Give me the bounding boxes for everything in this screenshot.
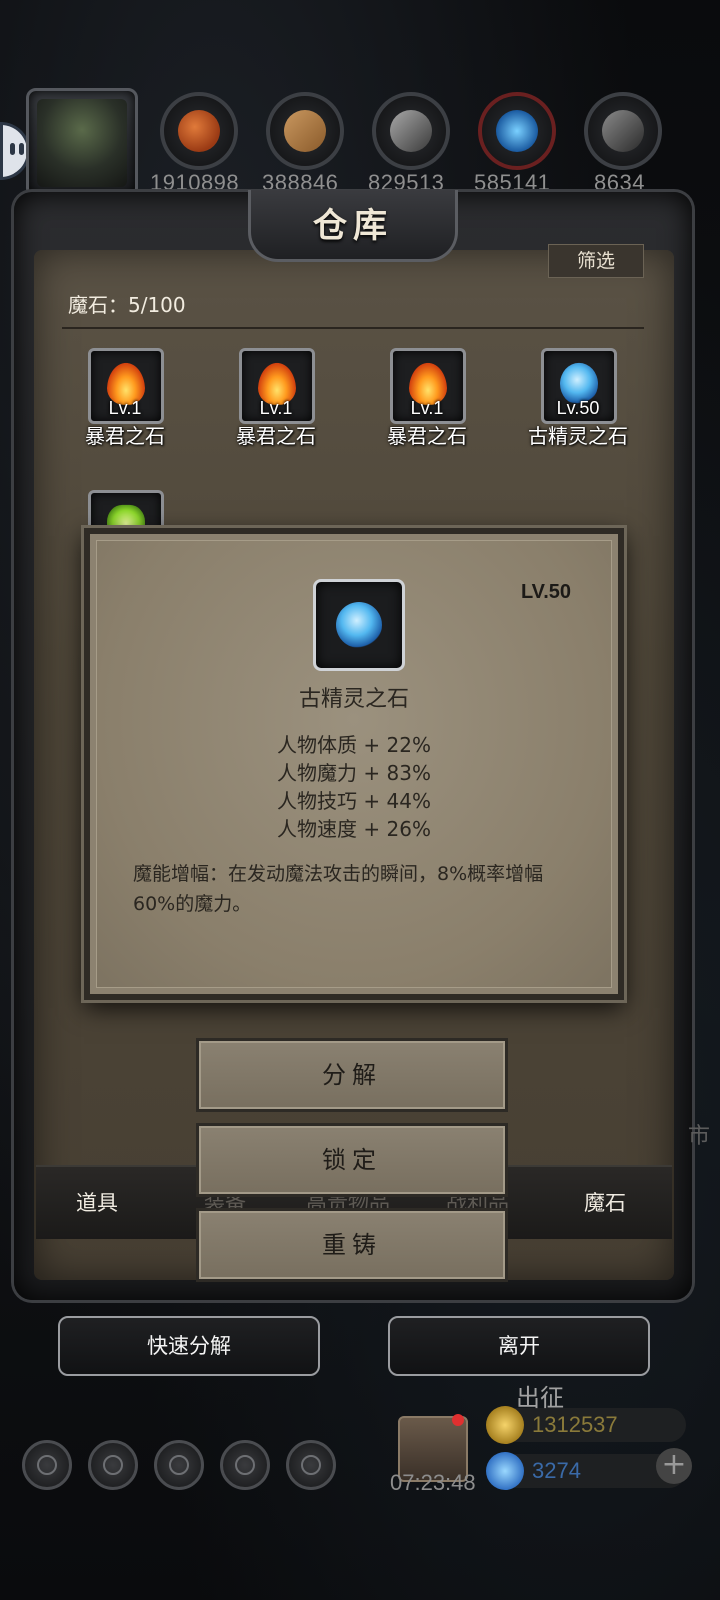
lock-button[interactable]: 锁定 [196,1123,508,1197]
meat-icon[interactable] [160,92,238,170]
tab-magic-stones[interactable]: 魔石 [584,1187,626,1217]
popup-level: LV.50 [520,581,571,603]
gem-value: 3274 [532,1458,581,1483]
inventory-slot[interactable]: Lv.50 古精灵之石 [503,348,653,458]
gem-icon [486,1452,524,1490]
item-name: 暴君之石 [236,424,316,448]
magic-stone-count: 魔石：5/100 [68,293,186,317]
popup-description: 魔能增幅：在发动魔法攻击的瞬间，8%概率增幅60%的魔力。 [133,863,544,915]
stat-constitution: 人物体质 + 22% [277,733,431,757]
crystal-icon[interactable] [478,92,556,170]
item-level: Lv.1 [259,398,293,418]
warehouse-title: 仓库 [313,206,393,246]
add-currency-button[interactable]: + [656,1448,692,1484]
countdown-timer: 07:23:48 [390,1470,476,1495]
market-edge-label[interactable]: 市 [688,1118,710,1150]
warehouse-title-crest: 仓库 [248,190,458,262]
wood-icon[interactable] [266,92,344,170]
filter-button[interactable]: 筛选 [548,244,644,278]
leave-button[interactable]: 离开 [388,1316,650,1376]
inventory-slot[interactable]: Lv.1 暴君之石 [50,348,200,458]
stat-skill: 人物技巧 + 44% [277,789,431,813]
mail-icon[interactable] [220,1440,270,1490]
elf-stone-icon [336,602,382,648]
iron-icon[interactable] [372,92,450,170]
item-name: 暴君之石 [85,424,165,448]
item-name: 暴君之石 [387,424,467,448]
item-level: Lv.1 [108,398,142,418]
stone-icon[interactable] [584,92,662,170]
popup-item-name: 古精灵之石 [298,687,409,712]
item-level: Lv.50 [556,398,600,418]
divider [62,327,644,329]
quick-decompose-button[interactable]: 快速分解 [58,1316,320,1376]
player-avatar[interactable] [26,88,138,198]
item-name: 古精灵之石 [528,424,628,448]
hero-icon[interactable] [154,1440,204,1490]
guild-icon[interactable] [286,1440,336,1490]
decompose-button[interactable]: 分解 [196,1038,508,1112]
popup-stats: 人物体质 + 22% 人物魔力 + 83% 人物技巧 + 44% 人物速度 + … [97,731,611,843]
popup-item-frame [313,579,405,671]
settings-icon[interactable] [22,1440,72,1490]
achievement-icon[interactable] [88,1440,138,1490]
item-detail-popup: LV.50 古精灵之石 人物体质 + 22% 人物魔力 + 83% 人物技巧 +… [84,528,624,1000]
notification-dot [452,1414,464,1426]
stat-magic: 人物魔力 + 83% [277,761,431,785]
reforge-button[interactable]: 重铸 [196,1208,508,1282]
avatar-image [37,99,127,187]
inventory-slot[interactable]: Lv.1 暴君之石 [352,348,502,458]
inventory-slot[interactable]: Lv.1 暴君之石 [201,348,351,458]
tab-items[interactable]: 道具 [76,1187,118,1217]
gold-value: 1312537 [532,1412,618,1437]
item-level: Lv.1 [410,398,444,418]
stat-speed: 人物速度 + 26% [277,817,431,841]
gold-coin-icon [486,1406,524,1444]
